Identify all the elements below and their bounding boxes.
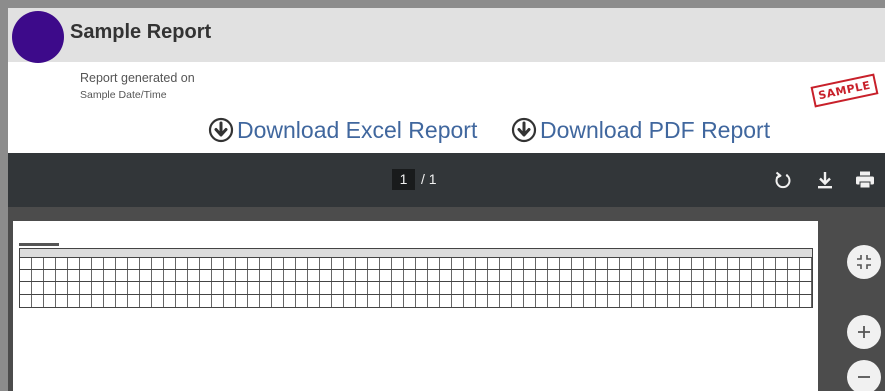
logo (12, 11, 64, 63)
download-excel-link[interactable]: Download Excel Report (208, 114, 477, 146)
sample-stamp: SAMPLE (810, 73, 879, 108)
download-circle-icon (511, 117, 537, 143)
fit-page-icon (857, 255, 871, 269)
rotate-icon[interactable] (772, 169, 794, 191)
report-table-title (19, 243, 59, 246)
page-title: Sample Report (70, 21, 212, 43)
pdf-viewer: 1 / 1 (8, 153, 885, 391)
download-icon[interactable] (814, 169, 836, 191)
report-frame: Sample Report Report generated on Sample… (8, 8, 885, 391)
download-circle-icon (208, 117, 234, 143)
download-excel-label: Download Excel Report (237, 116, 478, 143)
zoom-in-button[interactable] (847, 315, 881, 349)
pdf-toolbar: 1 / 1 (8, 153, 885, 207)
generated-value: Sample Date/Time (80, 89, 167, 101)
fit-page-button[interactable] (847, 245, 881, 279)
report-table-thumbnail (19, 248, 813, 308)
print-icon[interactable] (854, 169, 876, 191)
zoom-out-button[interactable] (847, 360, 881, 391)
zoom-in-icon (858, 326, 870, 338)
pdf-page (13, 221, 818, 391)
page-number-input[interactable]: 1 (392, 169, 415, 190)
page-total: / 1 (421, 171, 437, 187)
generated-label: Report generated on (80, 71, 195, 85)
zoom-out-icon (858, 376, 870, 378)
report-header: Sample Report (8, 8, 885, 63)
download-pdf-link[interactable]: Download PDF Report (511, 114, 770, 146)
download-pdf-label: Download PDF Report (540, 116, 771, 143)
